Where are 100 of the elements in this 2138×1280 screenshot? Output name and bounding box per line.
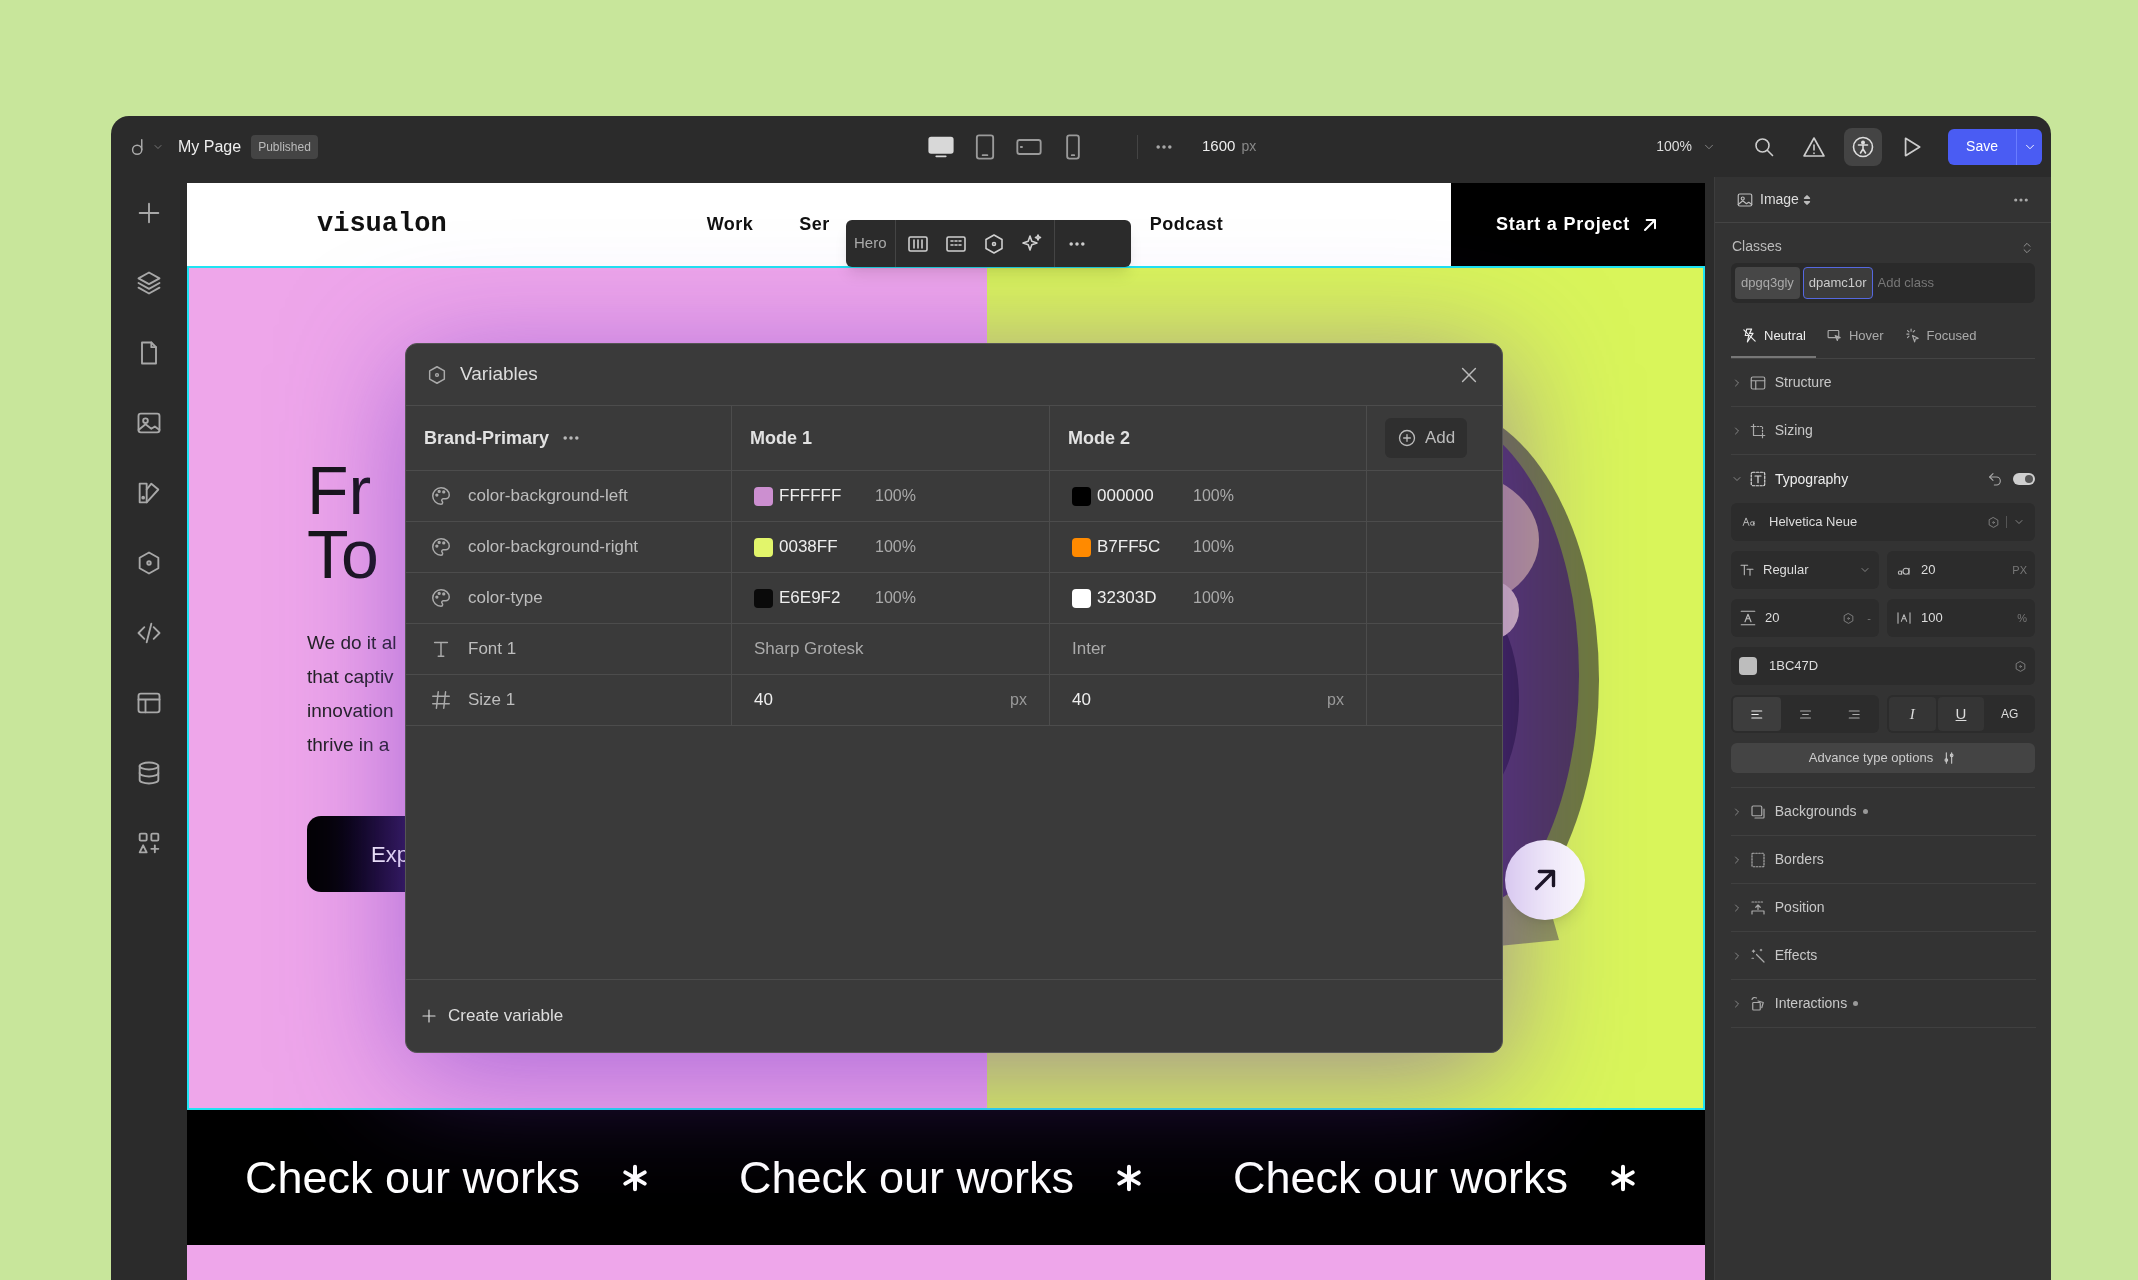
status-badge: Published xyxy=(251,134,318,159)
interaction-icon xyxy=(1749,994,1767,1013)
width-value[interactable]: 1600 xyxy=(1202,135,1236,158)
image-icon xyxy=(1736,190,1754,209)
opacity-value[interactable]: 100% xyxy=(1193,484,1234,508)
color-swatch[interactable] xyxy=(1072,486,1091,506)
add-mode-button[interactable]: Add xyxy=(1385,418,1468,458)
sort-icon[interactable] xyxy=(1801,193,1812,206)
color-swatch[interactable] xyxy=(754,588,773,608)
color-swatch[interactable] xyxy=(1072,588,1091,608)
hexagon-icon xyxy=(1987,515,2000,529)
crop-icon xyxy=(1749,421,1767,440)
state-tab[interactable]: Hover xyxy=(1815,315,1894,358)
layers-icon xyxy=(1749,802,1767,821)
size-value[interactable]: 40 xyxy=(1072,687,1091,713)
variable-name[interactable]: color-background-right xyxy=(468,534,639,560)
underline-button[interactable]: U xyxy=(1937,697,1985,731)
palette-icon xyxy=(430,536,452,558)
section-header[interactable]: Position xyxy=(1731,884,2036,932)
line-height-icon xyxy=(1739,609,1757,627)
variable-name[interactable]: Font 1 xyxy=(468,636,517,662)
opacity-value[interactable]: 100% xyxy=(875,586,916,610)
state-tab[interactable]: Neutral xyxy=(1731,315,1816,358)
unit-label: px xyxy=(1327,690,1344,710)
color-swatch[interactable] xyxy=(754,486,773,506)
color-value[interactable]: 000000 xyxy=(1097,483,1193,509)
hexagon-icon xyxy=(426,363,448,386)
caps-button[interactable]: AG xyxy=(1986,697,2033,731)
bolt-icon xyxy=(1741,327,1758,344)
section-header[interactable]: Interactions xyxy=(1731,980,2036,1028)
color-field[interactable]: 1BC47D xyxy=(1731,647,2035,685)
state-tab[interactable]: Focused xyxy=(1893,315,1987,358)
marquee-text: Check our works xyxy=(739,1150,1075,1205)
magic-wand-icon xyxy=(1749,946,1767,965)
nav-link[interactable]: Ser xyxy=(799,211,830,238)
undo-icon[interactable] xyxy=(1987,471,2003,487)
section-header[interactable]: Effects xyxy=(1731,932,2036,980)
nav-link[interactable]: Work xyxy=(706,211,754,238)
cta-button[interactable]: Start a Project xyxy=(1451,183,1705,266)
font-family-field[interactable]: Helvetica Neue xyxy=(1731,503,2035,541)
class-field[interactable]: dpgq3gly dpamc1or Add class xyxy=(1731,263,2035,303)
paragraph-line: that captiv xyxy=(307,665,394,689)
heading-line: To xyxy=(307,522,379,586)
site-logo[interactable]: visualon xyxy=(317,204,447,245)
color-value[interactable]: 32303D xyxy=(1097,585,1193,611)
advanced-options-button[interactable]: Advance type options xyxy=(1731,743,2035,773)
add-class-input[interactable]: Add class xyxy=(1877,273,1978,293)
section-header[interactable]: Structure xyxy=(1731,359,2036,407)
class-chip[interactable]: dpamc1or xyxy=(1802,267,1873,299)
class-chip[interactable]: dpgq3gly xyxy=(1735,267,1800,299)
page-title[interactable]: My Page xyxy=(178,134,242,159)
section-header[interactable]: Backgrounds xyxy=(1731,788,2036,836)
color-value[interactable]: E6E9F2 xyxy=(779,585,875,611)
text-box-icon xyxy=(1749,470,1767,488)
variable-name[interactable]: Size 1 xyxy=(468,687,516,713)
paragraph-line: thrive in a xyxy=(307,733,390,757)
cursor-icon xyxy=(1825,327,1843,344)
variable-name[interactable]: color-type xyxy=(468,585,543,611)
plus-circle-icon xyxy=(1397,428,1417,448)
warning-icon[interactable] xyxy=(1802,134,1827,159)
opacity-value[interactable]: 100% xyxy=(1193,535,1234,559)
zoom-value[interactable]: 100% xyxy=(1656,136,1693,157)
section-label: Classes xyxy=(1732,237,1782,256)
click-icon xyxy=(1903,327,1921,344)
dialog-title: Variables xyxy=(460,362,538,387)
section-header[interactable]: Borders xyxy=(1731,836,2036,884)
font-value[interactable]: Inter xyxy=(1072,636,1107,662)
letter-spacing-field[interactable]: 100 % xyxy=(1887,599,2035,637)
section-title[interactable]: Typography xyxy=(1775,468,1849,490)
color-swatch[interactable] xyxy=(754,537,773,557)
color-value[interactable]: B7FF5C xyxy=(1097,534,1193,560)
accessibility-button[interactable] xyxy=(1844,127,1883,166)
hexagon-icon xyxy=(2014,659,2027,673)
opacity-value[interactable]: 100% xyxy=(1193,586,1234,610)
paragraph-line: innovation xyxy=(307,699,394,723)
italic-button[interactable]: I xyxy=(1889,697,1936,731)
size-value[interactable]: 40 xyxy=(754,687,773,713)
unit-label: px xyxy=(1010,690,1027,710)
variable-name[interactable]: color-background-left xyxy=(468,483,628,509)
nav-link[interactable]: Podcast xyxy=(1149,211,1224,238)
paragraph-line: We do it al xyxy=(307,631,397,655)
section-header[interactable]: Sizing xyxy=(1731,407,2036,455)
create-variable-button[interactable]: Create variable xyxy=(406,980,1502,1052)
element-type[interactable]: Image xyxy=(1760,189,1799,210)
line-height-field[interactable]: 20 - xyxy=(1731,599,1879,637)
toggle-switch[interactable] xyxy=(2013,473,2035,485)
width-unit: px xyxy=(1241,137,1257,157)
font-size-field[interactable]: 20 PX xyxy=(1887,551,2035,589)
collection-name[interactable]: Brand-Primary xyxy=(424,424,550,452)
font-value[interactable]: Sharp Grotesk xyxy=(754,636,864,662)
letter-spacing-icon xyxy=(1895,610,1913,626)
heading-line: Fr xyxy=(307,458,372,522)
opacity-value[interactable]: 100% xyxy=(875,535,916,559)
opacity-value[interactable]: 100% xyxy=(875,484,916,508)
color-value[interactable]: 0038FF xyxy=(779,534,875,560)
font-weight-select[interactable]: Regular xyxy=(1731,551,1879,589)
color-swatch[interactable] xyxy=(1072,537,1091,557)
color-value[interactable]: FFFFFF xyxy=(779,483,875,509)
align-left-button[interactable] xyxy=(1733,697,1781,731)
marquee-text: Check our works xyxy=(245,1150,581,1205)
